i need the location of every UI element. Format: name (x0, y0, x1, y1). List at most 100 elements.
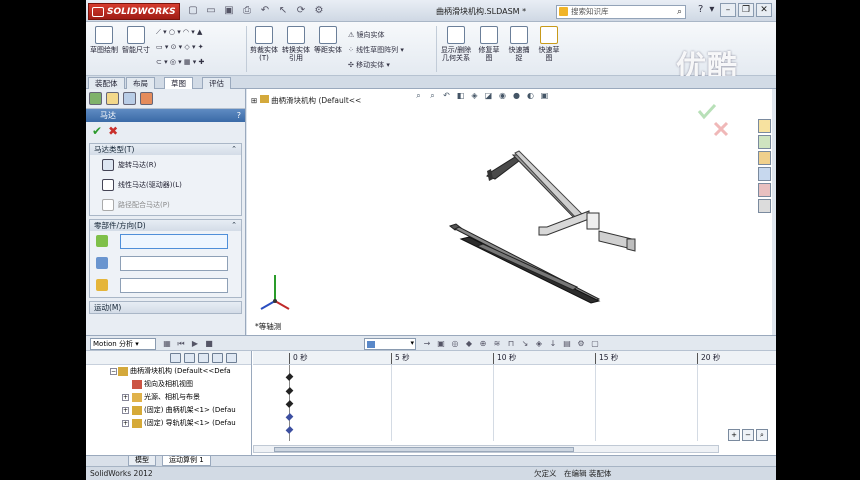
timeline-ruler[interactable]: 0 秒 5 秒 10 秒 15 秒 20 秒 (253, 351, 776, 365)
gravity-icon[interactable]: ↓ (548, 339, 558, 349)
help-icon[interactable]: ? (237, 109, 241, 122)
rail-part[interactable] (448, 223, 601, 304)
rebuild-icon[interactable]: ⟳ (294, 4, 308, 18)
component-to-move-field[interactable] (120, 278, 228, 293)
playback-speed-select[interactable]: ▾ (364, 338, 416, 350)
help-icon[interactable]: ? (698, 4, 703, 15)
new-icon[interactable]: ▢ (186, 4, 200, 18)
collapse-icon[interactable]: ⌃ (231, 220, 237, 231)
expand-toggle[interactable]: + (122, 420, 129, 427)
list-item[interactable]: + 光源、相机与布景 (86, 391, 251, 404)
sketch-button[interactable]: 草图绘制 (90, 26, 118, 54)
tab-layout[interactable]: 布局 (126, 77, 155, 89)
search-input[interactable]: 搜索知识库 ⌕ (556, 5, 686, 19)
line-tool[interactable]: ⟋ ▾ ○ ▾ ◠ ▾ ▲ (156, 28, 202, 37)
collapse-toggle[interactable]: − (110, 368, 117, 375)
playback-mode-icon[interactable]: → (422, 339, 432, 349)
tab-assembly[interactable]: 装配体 (88, 77, 125, 89)
direction-icon[interactable] (96, 257, 108, 269)
force-icon[interactable]: ↘ (520, 339, 530, 349)
stop-icon[interactable]: ■ (204, 339, 214, 349)
home-icon[interactable] (758, 119, 771, 133)
close-button[interactable]: ✕ (756, 3, 772, 17)
collapse-icon[interactable]: ⌃ (231, 144, 237, 155)
animation-wizard-icon[interactable]: ◎ (450, 339, 460, 349)
contact-icon[interactable]: ◈ (534, 339, 544, 349)
file-explorer-icon[interactable] (758, 151, 771, 165)
motor-direction-field[interactable] (120, 256, 228, 271)
calculate-icon[interactable]: ▦ (162, 339, 172, 349)
custom-properties-icon[interactable] (758, 199, 771, 213)
dropdown-icon[interactable]: ▾ (709, 4, 714, 15)
repair-sketch-button[interactable]: 修复草图 (476, 26, 502, 62)
tab-model[interactable]: 模型 (128, 456, 156, 466)
configuration-manager-icon[interactable] (123, 92, 136, 105)
feature-manager-icon[interactable] (89, 92, 102, 105)
cancel-icon[interactable]: ✖ (108, 124, 118, 138)
key-point[interactable] (285, 373, 294, 381)
list-item[interactable]: − 曲柄滑块机构 (Default<<Defa (86, 365, 251, 378)
autokey-icon[interactable]: ◆ (464, 339, 474, 349)
property-manager-icon[interactable] (106, 92, 119, 105)
appearance-icon[interactable] (758, 183, 771, 197)
minimize-button[interactable]: – (720, 3, 736, 17)
damper-icon[interactable]: ⊓ (506, 339, 516, 349)
linear-pattern-button[interactable]: ⁘ 线性草图阵列 ▾ (348, 45, 404, 55)
expand-toggle[interactable]: + (122, 394, 129, 401)
motor-location-field[interactable] (120, 234, 228, 249)
confirm-ok-icon[interactable] (697, 103, 717, 120)
list-item[interactable]: + (固定) 曲柄机架<1> (Defau (86, 404, 251, 417)
motion-header[interactable]: 运动(M) (90, 302, 241, 313)
graphics-area[interactable]: ⊞ 曲柄滑块机构 (Default<< ⌕ ⌕ ↶ ◧ ◈ ◪ ◉ ● ◐ ▣ (247, 89, 772, 335)
convert-button[interactable]: 转换实体引用 (282, 26, 310, 62)
motor-type-header[interactable]: 马达类型(T) ⌃ (90, 144, 241, 155)
key-point[interactable] (285, 400, 294, 408)
key-point[interactable] (285, 387, 294, 395)
zoom-out-icon[interactable]: − (742, 429, 754, 441)
path-mate-motor-option[interactable]: 路径配合马达(P) (90, 195, 241, 215)
tab-sketch[interactable]: 草图 (164, 77, 193, 89)
rect-tool[interactable]: ▭ ▾ ⊙ ▾ ◇ ▾ ✦ (156, 43, 204, 51)
play-from-start-icon[interactable]: ⏮ (176, 339, 186, 349)
list-item[interactable]: 视向及相机视图 (86, 378, 251, 391)
quick-snaps-button[interactable]: 快速捕捉 (506, 26, 532, 62)
study-properties-icon[interactable]: ⚙ (576, 339, 586, 349)
filter-results-icon[interactable] (212, 353, 223, 363)
options-icon[interactable]: ⚙ (312, 4, 326, 18)
component-direction-header[interactable]: 零部件/方向(D) ⌃ (90, 220, 241, 231)
play-icon[interactable]: ▶ (190, 339, 200, 349)
open-icon[interactable]: ▭ (204, 4, 218, 18)
trim-button[interactable]: 剪裁实体(T) (250, 26, 278, 62)
motor-icon[interactable]: ⊕ (478, 339, 488, 349)
sort-icon[interactable] (226, 353, 237, 363)
relations-button[interactable]: 显示/删除几何关系 (440, 26, 472, 62)
spring-icon[interactable]: ≋ (492, 339, 502, 349)
zoom-in-icon[interactable]: + (728, 429, 740, 441)
key-point[interactable] (285, 426, 294, 434)
display-manager-icon[interactable] (140, 92, 153, 105)
slot-tool[interactable]: ⊂ ▾ ◎ ▾ ▦ ▾ ✚ (156, 58, 204, 66)
study-type-select[interactable]: Motion 分析 ▾ (90, 338, 156, 350)
zoom-fit-icon[interactable]: ⌕ (756, 429, 768, 441)
filter-selected-icon[interactable] (198, 353, 209, 363)
search-icon[interactable]: ⌕ (677, 6, 682, 18)
model-drawing[interactable] (247, 89, 772, 335)
collapse-icon[interactable]: ▢ (590, 339, 600, 349)
print-icon[interactable]: ⎙ (240, 4, 254, 18)
undo-icon[interactable]: ↶ (258, 4, 272, 18)
mirror-button[interactable]: ⚠ 镜向实体 (348, 30, 385, 40)
tab-evaluate[interactable]: 评估 (202, 77, 231, 89)
tab-motion-study-1[interactable]: 运动算例 1 (162, 456, 211, 466)
timeline-scrollbar[interactable] (253, 445, 719, 453)
select-icon[interactable]: ↖ (276, 4, 290, 18)
rapid-sketch-button[interactable]: 快速草图 (536, 26, 562, 62)
ok-icon[interactable]: ✔ (92, 124, 102, 138)
confirm-cancel-icon[interactable] (713, 121, 729, 137)
save-animation-icon[interactable]: ▣ (436, 339, 446, 349)
solidworks-logo[interactable]: SOLIDWORKS (88, 3, 180, 20)
smart-dimension-button[interactable]: 智能尺寸 (122, 26, 150, 54)
list-item[interactable]: + (固定) 导轨机架<1> (Defau (86, 417, 251, 430)
crank-slider-assembly[interactable] (486, 150, 636, 252)
rotary-motor-option[interactable]: 旋转马达(R) (90, 155, 241, 175)
move-button[interactable]: ✣ 移动实体 ▾ (348, 60, 390, 70)
